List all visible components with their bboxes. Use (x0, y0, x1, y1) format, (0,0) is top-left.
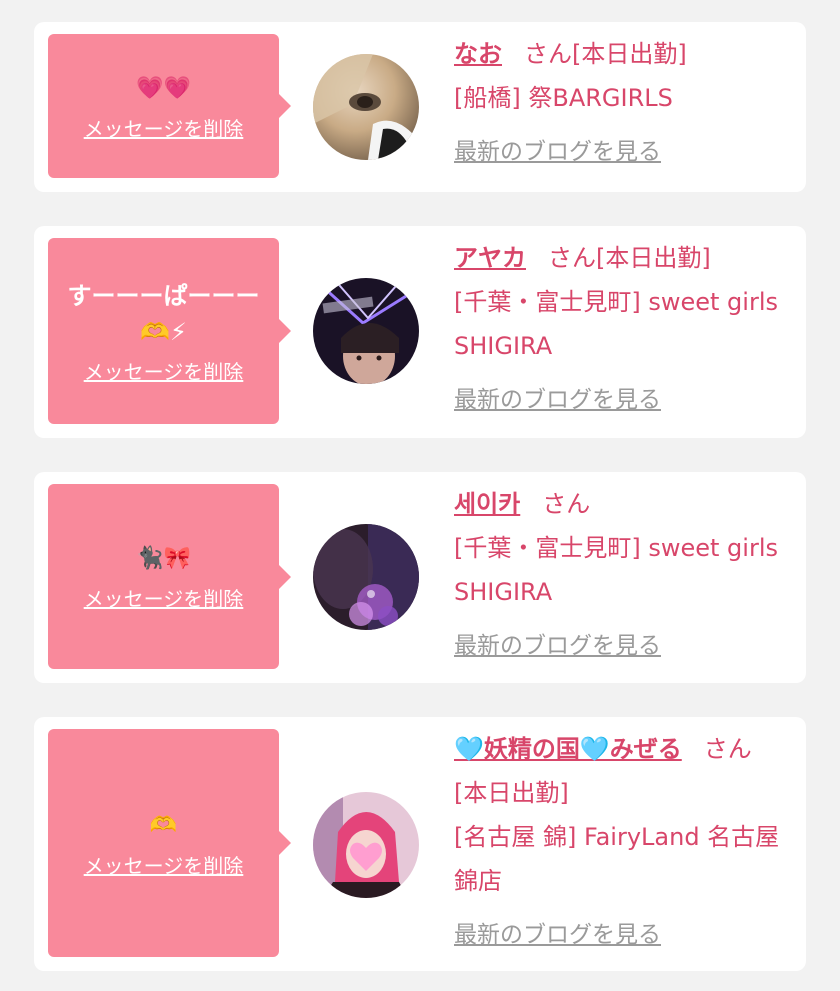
girl-info: アヤカ さん[本日出勤] [千葉・富士見町] sweet girls SHIGIR… (454, 236, 784, 414)
blog-link[interactable]: 最新のブログを見る (454, 626, 661, 660)
name-line: 세이카 さん (454, 482, 784, 526)
shop-text: [名古屋 錦] FairyLand 名古屋錦店 (454, 823, 780, 895)
shop-text: [千葉・富士見町] sweet girls SHIGIRA (454, 534, 778, 606)
blog-link[interactable]: 最新のブログを見る (454, 915, 661, 949)
name-line: アヤカ さん[本日出勤] (454, 236, 784, 280)
blog-link[interactable]: 最新のブログを見る (454, 380, 661, 414)
message-bubble: 💗💗 メッセージを削除 (48, 34, 291, 178)
message-bubble: すーーーぱーーー🫶⚡ メッセージを削除 (48, 238, 291, 424)
avatar[interactable] (313, 524, 419, 630)
girl-name-link[interactable]: なお (454, 40, 502, 68)
name-line: なお さん[本日出勤] (454, 32, 784, 76)
message-text: すーーーぱーーー🫶⚡ (67, 281, 260, 346)
delete-message-link[interactable]: メッセージを削除 (84, 583, 244, 612)
shop-text: [千葉・富士見町] sweet girls SHIGIRA (454, 288, 778, 360)
message-bubble: 🐈‍⬛🎀 メッセージを削除 (48, 484, 291, 669)
girl-info: 🩵妖精の国🩵みぜる さん[本日出勤] [名古屋 錦] FairyLand 名古屋錦… (454, 727, 784, 949)
shop-text: [船橋] 祭BARGIRLS (454, 84, 673, 112)
message-text: 🐈‍⬛🎀 (136, 546, 191, 571)
list-item: 🫶 メッセージを削除 🩵妖精の国🩵みぜる さん[本日出勤] [名古屋 錦] Fai… (34, 717, 806, 971)
message-text: 💗💗 (136, 75, 191, 101)
name-suffix: さん[本日出勤] (524, 40, 687, 68)
message-text: 🫶 (149, 812, 178, 838)
girl-name-link[interactable]: アヤカ (454, 244, 526, 272)
delete-message-link[interactable]: メッセージを削除 (84, 850, 244, 879)
delete-message-link[interactable]: メッセージを削除 (84, 356, 244, 385)
avatar-photo (313, 792, 419, 898)
avatar-photo (313, 278, 419, 384)
delete-message-link[interactable]: メッセージを削除 (84, 113, 244, 142)
girl-name-link[interactable]: 세이카 (454, 490, 520, 518)
message-list: 💗💗 メッセージを削除 なお さん[本日出勤] [船橋] 祭BARGIRLS 最… (0, 0, 840, 991)
girl-name-link[interactable]: 🩵妖精の国🩵みぜる (454, 735, 682, 763)
message-bubble: 🫶 メッセージを削除 (48, 729, 291, 957)
list-item: 🐈‍⬛🎀 メッセージを削除 세이카 さん [千葉・富士見町] sweet girl… (34, 472, 806, 683)
avatar[interactable] (313, 278, 419, 384)
avatar-photo (313, 524, 419, 630)
list-item: すーーーぱーーー🫶⚡ メッセージを削除 アヤカ さん[本日出勤] [千葉・富士見町… (34, 226, 806, 438)
avatar[interactable] (313, 54, 419, 160)
list-item: 💗💗 メッセージを削除 なお さん[本日出勤] [船橋] 祭BARGIRLS 最… (34, 22, 806, 192)
name-suffix: さん[本日出勤] (548, 244, 711, 272)
avatar-photo (313, 54, 419, 160)
girl-info: 세이카 さん [千葉・富士見町] sweet girls SHIGIRA 最新のブ… (454, 482, 784, 660)
avatar[interactable] (313, 792, 419, 898)
blog-link[interactable]: 最新のブログを見る (454, 132, 661, 166)
name-line: 🩵妖精の国🩵みぜる さん[本日出勤] (454, 727, 784, 815)
name-suffix: さん (542, 490, 591, 518)
girl-info: なお さん[本日出勤] [船橋] 祭BARGIRLS 最新のブログを見る (454, 32, 784, 166)
